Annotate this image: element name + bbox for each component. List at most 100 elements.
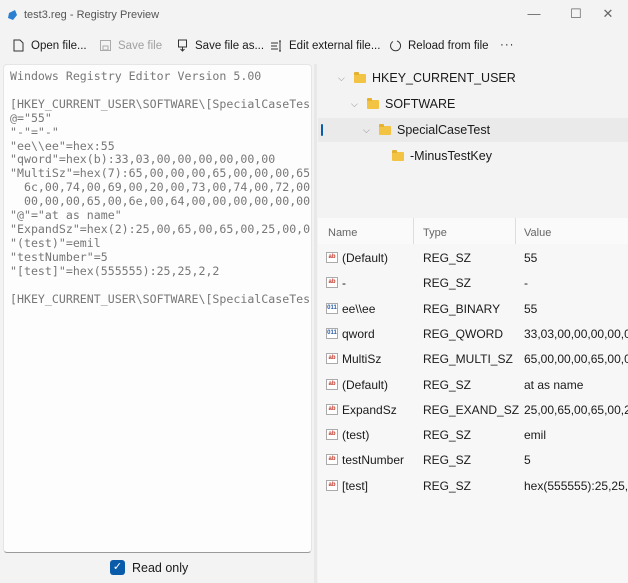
cell-name: testNumber — [342, 453, 405, 468]
more-button[interactable]: ··· — [500, 39, 515, 51]
tree-node-label: HKEY_CURRENT_USER — [372, 71, 516, 85]
string-value-icon: ab — [326, 353, 338, 365]
cell-name: ee\\ee — [342, 301, 376, 316]
table-row[interactable]: ab testNumber REG_SZ 5 — [318, 447, 628, 472]
string-value-icon: ab — [326, 252, 338, 263]
cell-value: emil — [524, 428, 547, 443]
cell-value: 55 — [524, 301, 538, 316]
minimize-button[interactable]: — — [524, 6, 544, 21]
table-row[interactable]: ab [test] REG_SZ hex(555555):25,25,2 — [318, 473, 628, 498]
edit-external-file-label: Edit external file... — [289, 39, 381, 52]
cell-name: - — [342, 276, 346, 291]
table-row[interactable]: ab ExpandSz REG_EXAND_SZ 25,00,65,00,65,… — [318, 397, 628, 422]
values-grid: Name Type Value ab (Default) REG_SZ 55 ab… — [318, 218, 628, 583]
read-only-label: Read only — [132, 560, 189, 575]
binary-value-icon: 011 — [326, 302, 338, 314]
selection-indicator — [321, 124, 323, 136]
window-title: test3.reg - Registry Preview — [24, 9, 160, 21]
cell-type: REG_QWORD — [423, 326, 504, 341]
save-file-as-label: Save file as... — [195, 39, 265, 52]
cell-type: REG_SZ — [423, 377, 472, 392]
pane-splitter[interactable] — [314, 64, 317, 583]
save-file-label: Save file — [118, 39, 163, 52]
folder-icon — [367, 97, 379, 109]
table-row[interactable]: 011 ee\\ee REG_BINARY 55 — [318, 296, 628, 321]
table-row[interactable]: ab (test) REG_SZ emil — [318, 422, 628, 447]
cell-value: 5 — [524, 453, 531, 468]
binary-value-icon: 011 — [326, 327, 338, 339]
column-header-name[interactable]: Name — [328, 227, 357, 239]
title-bar: test3.reg - Registry Preview — ☐ ✕ — [0, 0, 628, 30]
registry-tree: ⌵ HKEY_CURRENT_USER ⌵ SOFTWARE ⌵ SpecialCas… — [318, 64, 628, 214]
open-file-button[interactable]: Open file... — [12, 39, 87, 52]
cell-name: [test] — [342, 478, 369, 493]
cell-type: REG_SZ — [423, 251, 472, 265]
chevron-down-icon[interactable]: ⌵ — [363, 125, 373, 136]
column-divider[interactable] — [413, 218, 414, 244]
string-value-icon: ab — [326, 378, 338, 390]
cell-type: REG_SZ — [423, 428, 472, 443]
tree-node-minustestkey[interactable]: -MinusTestKey — [392, 144, 492, 168]
cell-name: (Default) — [342, 251, 389, 265]
open-file-label: Open file... — [31, 39, 87, 52]
maximize-button[interactable]: ☐ — [566, 6, 586, 22]
read-only-checkbox[interactable]: ✓ Read only — [110, 560, 188, 575]
folder-icon — [392, 149, 404, 161]
column-header-value[interactable]: Value — [524, 227, 551, 239]
table-row[interactable]: 011 qword REG_QWORD 33,03,00,00,00,00,00 — [318, 321, 628, 346]
reg-file-editor[interactable]: Windows Registry Editor Version 5.00 [HK… — [3, 64, 312, 553]
folder-icon — [379, 123, 391, 135]
table-row[interactable]: ab (Default) REG_SZ 55 — [318, 245, 628, 270]
tree-node-label: SpecialCaseTest — [397, 123, 491, 137]
chevron-down-icon[interactable]: ⌵ — [351, 99, 361, 110]
cell-value: - — [524, 276, 528, 291]
cell-type: REG_MULTI_SZ — [423, 352, 513, 367]
column-divider[interactable] — [515, 218, 516, 244]
cell-name: (Default) — [342, 377, 389, 392]
folder-icon — [354, 71, 366, 83]
string-value-icon: ab — [326, 277, 338, 289]
string-value-icon: ab — [326, 403, 338, 415]
tree-node-software[interactable]: ⌵ SOFTWARE — [351, 92, 455, 116]
table-row[interactable]: ab (Default) REG_SZ at as name — [318, 372, 628, 397]
edit-external-icon — [271, 40, 281, 52]
toolbar: Open file... Save file Save file as... E… — [0, 30, 628, 64]
cell-value: hex(555555):25,25,2 — [524, 478, 628, 493]
column-header-type[interactable]: Type — [423, 227, 447, 239]
cell-name: qword — [342, 326, 375, 341]
grid-header: Name Type Value — [318, 218, 628, 244]
table-row[interactable]: ab - REG_SZ - — [318, 270, 628, 295]
chevron-down-icon[interactable]: ⌵ — [338, 73, 348, 84]
cell-type: REG_SZ — [423, 453, 472, 468]
save-file-button[interactable]: Save file — [99, 39, 162, 52]
cell-type: REG_EXAND_SZ — [423, 402, 520, 417]
cell-value: 55 — [524, 251, 538, 265]
reload-from-file-button[interactable]: Reload from file — [389, 39, 489, 52]
close-button[interactable]: ✕ — [598, 6, 618, 22]
checkmark-icon: ✓ — [110, 560, 125, 575]
open-file-icon — [13, 39, 24, 52]
cell-name: (test) — [342, 428, 370, 443]
save-icon — [100, 40, 111, 51]
cell-value: 65,00,00,00,65,00,00 — [524, 352, 628, 367]
tree-node-specialcasetest[interactable]: ⌵ SpecialCaseTest — [363, 118, 490, 142]
editor-text[interactable]: Windows Registry Editor Version 5.00 [HK… — [10, 69, 310, 306]
reload-from-file-label: Reload from file — [408, 39, 489, 52]
string-value-icon: ab — [326, 479, 338, 491]
string-value-icon: ab — [326, 429, 338, 441]
cell-type: REG_SZ — [423, 276, 472, 291]
save-as-icon — [178, 39, 187, 52]
save-file-as-button[interactable]: Save file as... — [176, 39, 264, 52]
string-value-icon: ab — [326, 454, 338, 466]
cell-name: ExpandSz — [342, 402, 397, 417]
cell-type: REG_BINARY — [423, 301, 501, 316]
cell-type: REG_SZ — [423, 478, 472, 493]
table-row[interactable]: ab MultiSz REG_MULTI_SZ 65,00,00,00,65,0… — [318, 346, 628, 371]
app-icon — [8, 10, 17, 20]
cell-value: 33,03,00,00,00,00,00 — [524, 326, 628, 341]
tree-node-label: SOFTWARE — [385, 97, 456, 111]
tree-node-label: -MinusTestKey — [410, 149, 492, 163]
cell-name: MultiSz — [342, 352, 382, 367]
tree-node-hkcu[interactable]: ⌵ HKEY_CURRENT_USER — [338, 66, 516, 90]
edit-external-file-button[interactable]: Edit external file... — [270, 39, 380, 52]
